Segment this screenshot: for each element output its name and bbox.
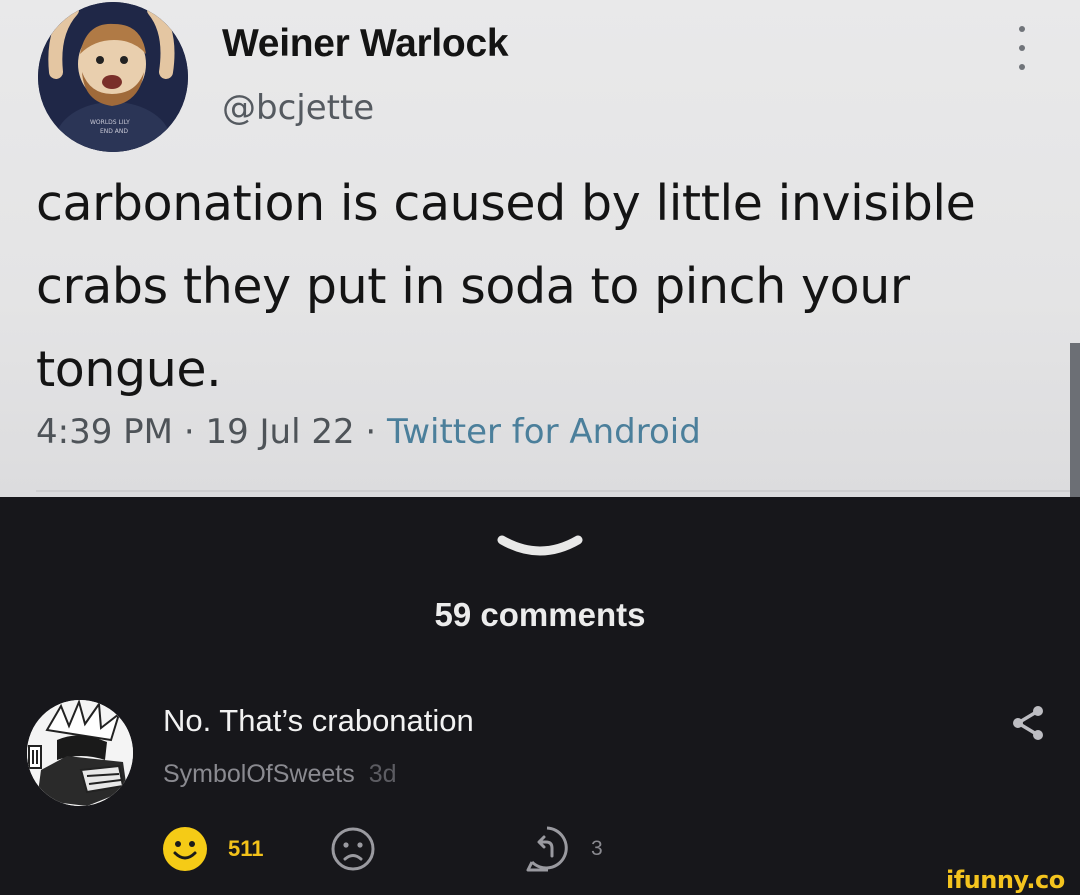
- ifunny-watermark: ifunny.co: [946, 866, 1065, 894]
- tweet-text: carbonation is caused by little invisibl…: [36, 175, 976, 398]
- meta-separator: ·: [183, 412, 195, 452]
- reply-icon[interactable]: [522, 824, 572, 874]
- tweet-meta: 4:39 PM · 19 Jul 22 · Twitter for Androi…: [36, 412, 701, 452]
- smile-count: 511: [228, 836, 264, 861]
- divider: [36, 490, 1080, 492]
- comment-age: 3d: [368, 760, 397, 788]
- reply-count: 3: [591, 837, 603, 860]
- comments-count: 59 comments: [434, 596, 646, 633]
- tweet-source-link[interactable]: Twitter for Android: [387, 412, 701, 452]
- manga-character-avatar: [27, 700, 133, 806]
- svg-text:END AND: END AND: [100, 128, 128, 135]
- smile-icon[interactable]: [162, 826, 208, 872]
- sad-face-icon[interactable]: [330, 826, 376, 872]
- scrollbar[interactable]: [1070, 343, 1080, 497]
- meta-separator: ·: [365, 412, 377, 452]
- svg-text:WORLDS LILY: WORLDS LILY: [90, 119, 130, 126]
- cartoon-character-avatar: WORLDS LILY END AND: [38, 2, 188, 152]
- tweet-time: 4:39 PM: [36, 412, 173, 452]
- chevron-down-icon[interactable]: [496, 532, 584, 566]
- tweet-author-name[interactable]: Weiner Warlock: [222, 22, 509, 66]
- comment-author-avatar[interactable]: [27, 700, 133, 806]
- tweet-date: 19 Jul 22: [205, 412, 355, 452]
- comment-meta: SymbolOfSweets 3d: [163, 760, 397, 789]
- tweet-screenshot: WORLDS LILY END AND Weiner Warlock @bcje…: [0, 0, 1080, 497]
- more-vertical-icon[interactable]: [1010, 26, 1034, 70]
- comment-author-name[interactable]: SymbolOfSweets: [163, 760, 355, 788]
- tweet-author-avatar[interactable]: WORLDS LILY END AND: [38, 2, 188, 152]
- tweet-author-handle[interactable]: @bcjette: [222, 88, 374, 128]
- comment-text: No. That’s crabonation: [163, 703, 474, 738]
- share-icon[interactable]: [1010, 704, 1046, 742]
